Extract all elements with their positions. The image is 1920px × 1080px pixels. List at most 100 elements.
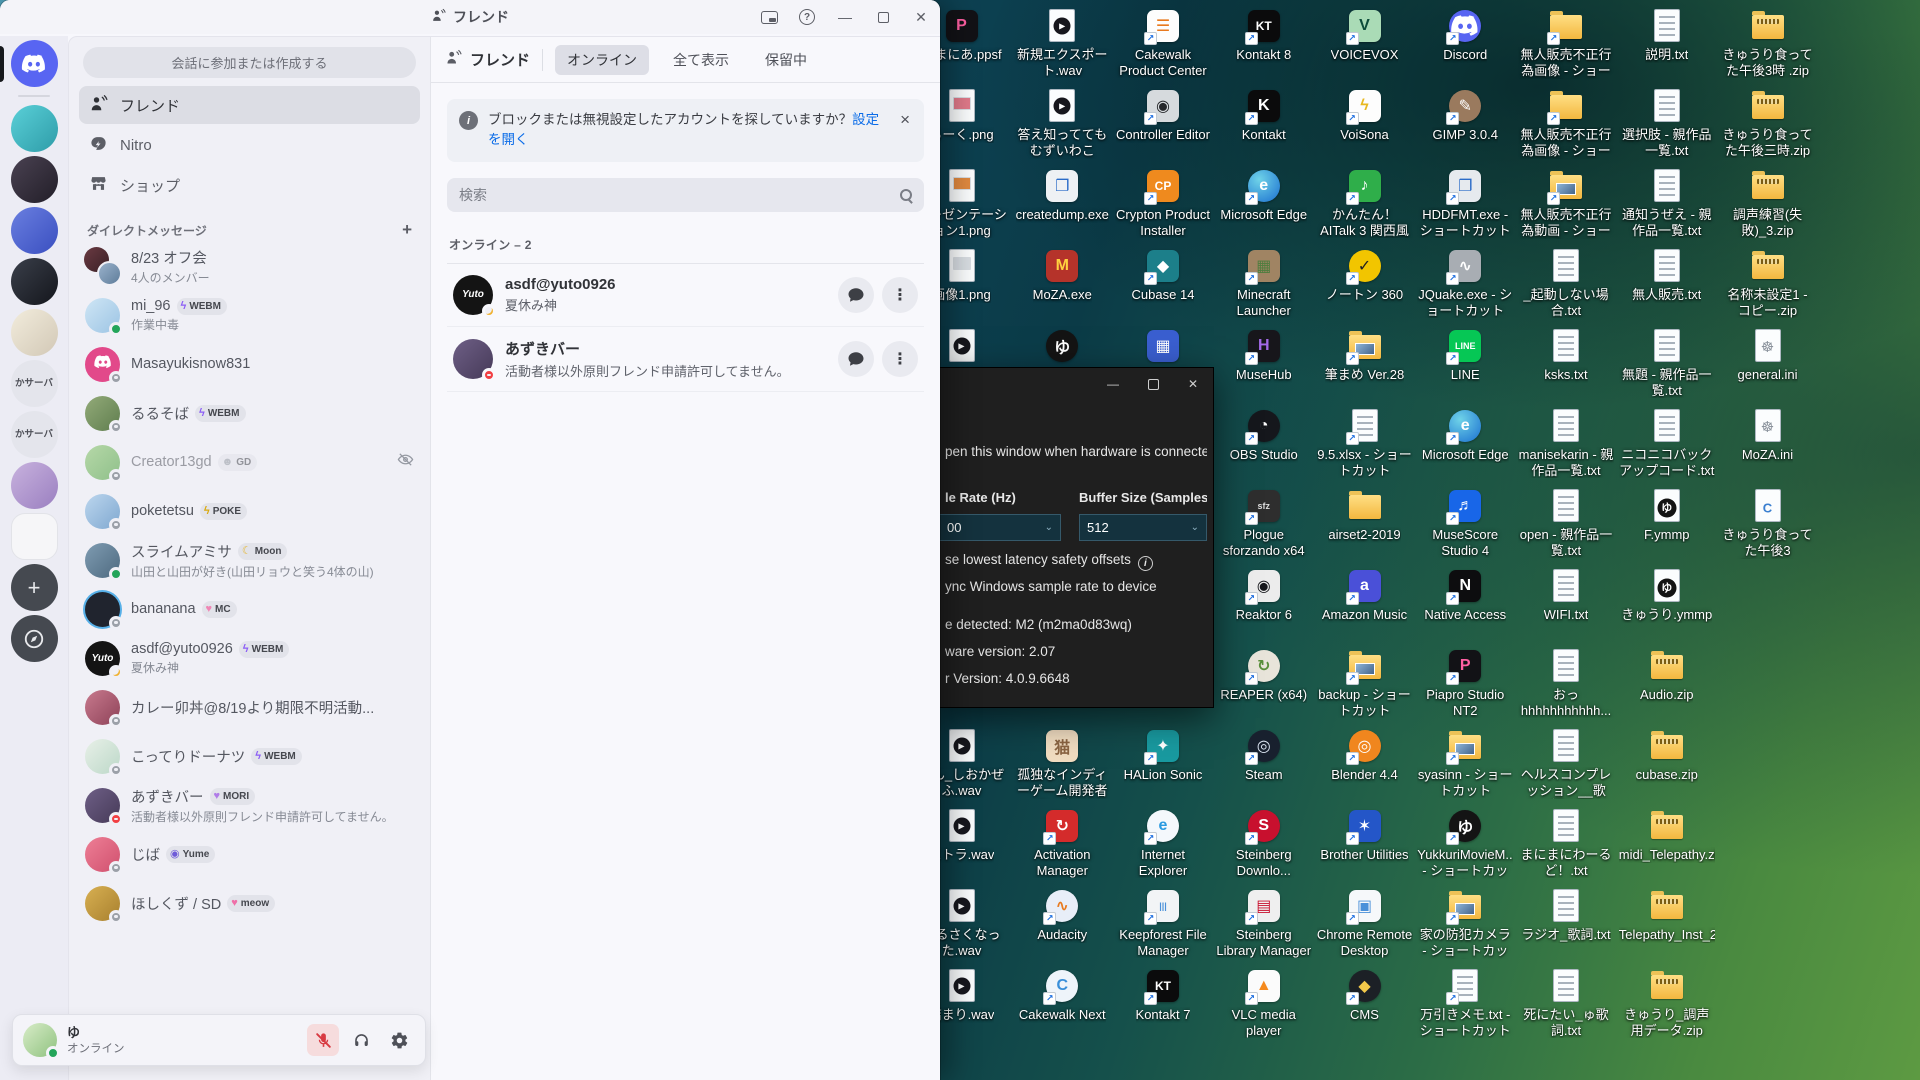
desktop-icon[interactable]: ✓↗ノートン 360 [1316, 248, 1413, 303]
server-icon[interactable] [11, 309, 58, 356]
desktop-icon[interactable]: ◆↗Cubase 14 [1115, 248, 1212, 303]
desktop-icon[interactable]: ゆきゅうり.ymmp [1618, 568, 1715, 623]
desktop-icon[interactable]: 選択肢 - 親作品一覧.txt [1618, 88, 1715, 158]
desktop-icon[interactable]: ∿↗JQuake.exe - ショートカット [1417, 248, 1514, 318]
desktop-icon[interactable]: midi_Telepathy.zip [1618, 808, 1715, 863]
dialog-minimize-button[interactable]: — [1093, 368, 1133, 400]
maximize-button[interactable] [864, 0, 902, 34]
desktop-icon[interactable]: 無題 - 親作品一覧.txt [1618, 328, 1715, 398]
sidebar-item-shop[interactable]: ショップ [79, 166, 420, 204]
desktop-icon[interactable]: ✶↗Brother Utilities [1316, 808, 1413, 863]
desktop-icon[interactable]: KT↗Kontakt 7 [1115, 968, 1212, 1023]
desktop-icon[interactable]: CP↗Crypton Product Installer [1115, 168, 1212, 238]
desktop-icon[interactable]: きゅうり食ってた午後3時 .zip [1719, 8, 1816, 78]
deafen-button[interactable] [345, 1024, 377, 1056]
desktop-icon[interactable]: ゆ↗YukkuriMovieM... - ショートカット [1417, 808, 1514, 879]
desktop-icon[interactable]: 調声練習(失敗)_3.zip [1719, 168, 1816, 238]
desktop-icon[interactable]: manisekarin - 親作品一覧.txt [1518, 408, 1615, 478]
desktop-icon[interactable]: ↗無人販売不正行為画像 - ショートカット [1518, 88, 1615, 159]
lowest-latency-checkbox-label[interactable]: se lowest latency safety offsetsi [945, 552, 1207, 571]
settings-button[interactable] [383, 1024, 415, 1056]
desktop-icon[interactable]: ▣↗Chrome Remote Desktop [1316, 888, 1413, 958]
dm-item[interactable]: bananana♥MC [77, 585, 422, 633]
dm-item[interactable]: カレー卯丼@8/19より期限不明活動... [77, 683, 422, 731]
dm-item[interactable]: Masayukisnow831 [77, 340, 422, 388]
close-button[interactable]: ✕ [902, 0, 940, 34]
server-icon[interactable]: かサーバ [11, 360, 58, 407]
dm-item[interactable]: スライムアミサ☾Moon山田と山田が好き(山田リョウと笑う4体の山) [77, 536, 422, 584]
desktop-icon[interactable]: ▦ [1115, 328, 1212, 367]
tab-保留中[interactable]: 保留中 [753, 45, 819, 75]
desktop-icon[interactable]: ♪↗かんたん！AITalk 3 関西風 [1316, 168, 1413, 238]
desktop-icon[interactable]: LINE↗LINE [1417, 328, 1514, 383]
desktop-icon[interactable]: H↗MuseHub [1215, 328, 1312, 383]
desktop-icon[interactable]: cubase.zip [1618, 728, 1715, 783]
conversation-search-button[interactable]: 会話に参加または作成する [83, 47, 416, 78]
dm-item[interactable]: poketetsuϟPOKE [77, 487, 422, 535]
desktop-icon[interactable]: Cきゅうり食ってた午後3時-01.cpr [1719, 488, 1816, 559]
desktop-icon[interactable]: 通知うぜえ - 親作品一覧.txt [1618, 168, 1715, 238]
desktop-icon[interactable]: e↗Microsoft Edge [1417, 408, 1514, 463]
desktop-icon[interactable]: ◉↗Reaktor 6 [1215, 568, 1312, 623]
desktop-icon[interactable]: N↗Native Access [1417, 568, 1514, 623]
dm-item[interactable]: ほしくず / SD♥meow [77, 879, 422, 927]
server-icon[interactable] [11, 258, 58, 305]
dm-item[interactable]: じば◉Yume [77, 830, 422, 878]
create-dm-icon[interactable]: + [402, 220, 412, 240]
notice-close-icon[interactable]: × [900, 111, 910, 128]
desktop-icon[interactable]: ↗syasinn - ショートカット [1417, 728, 1514, 798]
desktop-icon[interactable]: S↗Steinberg Downlo... [1215, 808, 1312, 878]
dm-item[interactable]: Creator13gd☻GD [77, 438, 422, 486]
desktop-icon[interactable]: 死にたい_ゅ歌詞.txt [1518, 968, 1615, 1038]
desktop-icon[interactable]: きゅうり食ってた午後三時.zip [1719, 88, 1816, 158]
desktop-icon[interactable]: ↗無人販売不正行為動画 - ショートカット [1518, 168, 1615, 239]
minimize-button[interactable]: — [826, 0, 864, 34]
desktop-icon[interactable]: ↗Discord [1417, 8, 1514, 63]
friend-search-input[interactable]: 検索 [447, 178, 924, 212]
desktop-icon[interactable]: ✎↗GIMP 3.0.4 [1417, 88, 1514, 143]
more-options-button[interactable]: ⋮ [882, 341, 918, 377]
desktop-icon[interactable]: ◆↗CMS [1316, 968, 1413, 1023]
desktop-icon[interactable]: おっhhhhhhhhhhh... [1518, 648, 1615, 718]
desktop-icon[interactable]: ❐↗HDDFMT.exe - ショートカット [1417, 168, 1514, 238]
dm-item[interactable]: るるそばϟWEBM [77, 389, 422, 437]
desktop-icon[interactable]: 猫孤独なインディーゲーム開発者の一生 ... [1014, 728, 1111, 799]
buffer-size-dropdown[interactable]: 512 ⌄ [1079, 514, 1207, 541]
sidebar-item-nitro[interactable]: Nitro [79, 126, 420, 164]
desktop-icon[interactable]: きゅうり_調声用データ.zip [1618, 968, 1715, 1038]
desktop-icon[interactable]: ◔↗OBS Studio [1215, 408, 1312, 463]
desktop-icon[interactable]: ♬↗MuseScore Studio 4 [1417, 488, 1514, 558]
dm-item[interactable]: Yutoasdf@yuto0926ϟWEBM夏休み神 [77, 634, 422, 682]
desktop-icon[interactable]: V↗VOICEVOX [1316, 8, 1413, 63]
desktop-icon[interactable]: 無人販売.txt [1618, 248, 1715, 303]
desktop-icon[interactable]: e↗Internet Explorer [1115, 808, 1212, 878]
desktop-icon[interactable]: ラジオ_歌詞.txt [1518, 888, 1615, 943]
desktop-icon[interactable]: WIFI.txt [1518, 568, 1615, 623]
desktop-icon[interactable]: _起動しない場合.txt [1518, 248, 1615, 318]
desktop-icon[interactable]: ヘルスコンプレッション__歌詞.txt [1518, 728, 1615, 799]
tab-全て表示[interactable]: 全て表示 [661, 45, 741, 75]
desktop-icon[interactable]: ↗backup - ショートカット [1316, 648, 1413, 718]
desktop-icon[interactable]: ☰↗Cakewalk Product Center [1115, 8, 1212, 78]
desktop-icon[interactable]: K↗Kontakt [1215, 88, 1312, 143]
popout-button[interactable] [750, 0, 788, 34]
server-icon[interactable] [11, 462, 58, 509]
sync-sample-rate-checkbox-label[interactable]: ync Windows sample rate to device [945, 579, 1207, 594]
desktop-icon[interactable]: 名称未設定1 - コピー.zip [1719, 248, 1816, 318]
desktop-icon[interactable]: open - 親作品一覧.txt [1518, 488, 1615, 558]
desktop-icon[interactable]: 答え知っててもむずいわこれ.wav [1014, 88, 1111, 159]
desktop-icon[interactable]: まにまにわーるど！.txt [1518, 808, 1615, 878]
desktop-icon[interactable]: MMoZA.exe [1014, 248, 1111, 303]
explore-servers-button[interactable] [11, 615, 58, 662]
help-button[interactable]: ? [788, 0, 826, 34]
desktop-icon[interactable]: MoZA.ini [1719, 408, 1816, 463]
desktop-icon[interactable]: general.ini [1719, 328, 1816, 383]
desktop-icon[interactable]: ϟ↗VoiSona [1316, 88, 1413, 143]
server-icon[interactable] [11, 207, 58, 254]
desktop-icon[interactable]: ↗筆まめ Ver.28 [1316, 328, 1413, 383]
desktop-icon[interactable]: ↻↗REAPER (x64) [1215, 648, 1312, 703]
desktop-icon[interactable]: ゆF.ymmp [1618, 488, 1715, 543]
desktop-icon[interactable]: ▤↗Steinberg Library Manager [1215, 888, 1312, 958]
desktop-icon[interactable]: 説明.txt [1618, 8, 1715, 63]
desktop-icon[interactable]: ↗万引きメモ.txt - ショートカット [1417, 968, 1514, 1038]
